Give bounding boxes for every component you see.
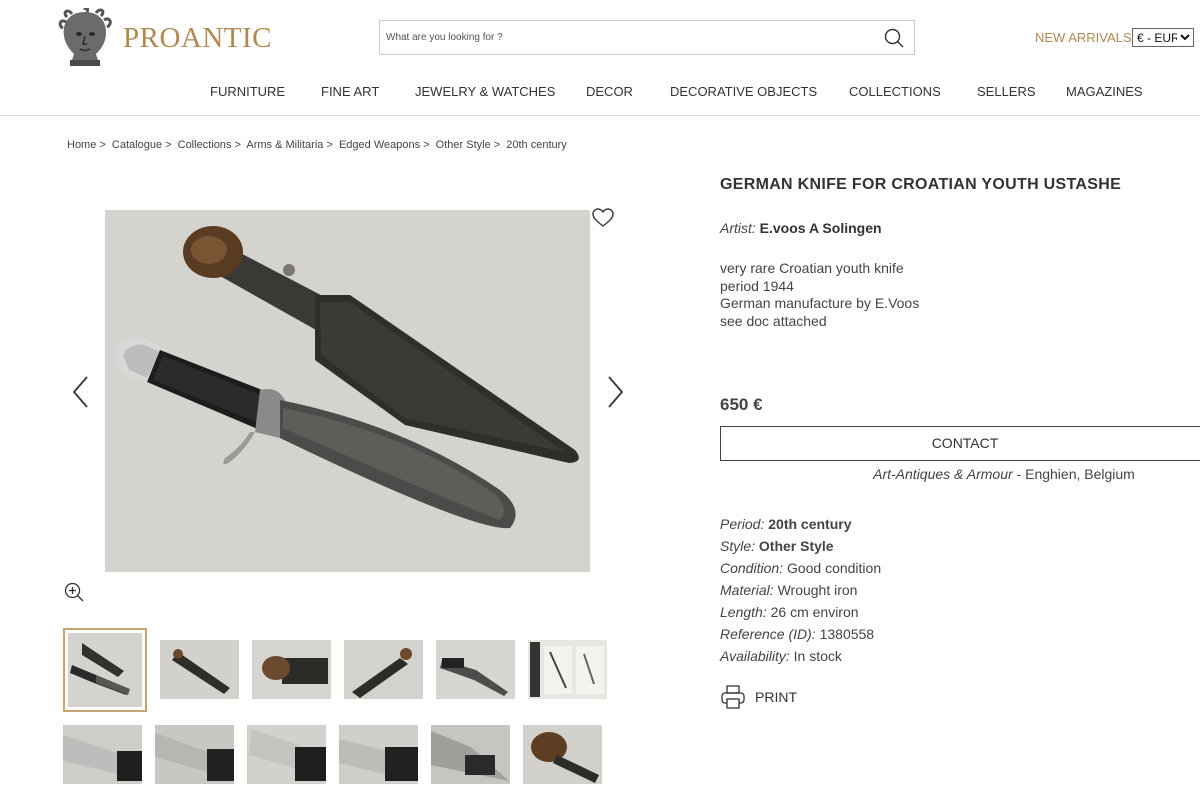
nav-magazines[interactable]: MAGAZINES xyxy=(1066,84,1143,99)
thumbnail-image xyxy=(63,725,142,784)
nav-collections[interactable]: COLLECTIONS xyxy=(849,84,941,99)
description-line: period 1944 xyxy=(720,277,794,294)
breadcrumb-catalogue[interactable]: Catalogue xyxy=(112,139,162,151)
product-main-image[interactable] xyxy=(105,210,590,572)
chevron-left-icon[interactable] xyxy=(70,374,92,410)
nav-sellers[interactable]: SELLERS xyxy=(977,84,1036,99)
thumbnail-image xyxy=(528,640,607,699)
brand-name: PROANTIC xyxy=(123,22,273,54)
spec-condition: Condition: Good condition xyxy=(720,557,881,579)
breadcrumb-separator: > xyxy=(493,139,501,151)
thumbnail-image xyxy=(523,725,602,784)
breadcrumb-20th-century[interactable]: 20th century xyxy=(506,139,567,151)
seller-location: Enghien, Belgium xyxy=(1025,466,1135,482)
spec-availability: Availability: In stock xyxy=(720,645,881,667)
search-input[interactable] xyxy=(386,21,866,54)
thumbnail[interactable] xyxy=(436,640,515,699)
thumbnail[interactable] xyxy=(252,640,331,699)
chevron-right-icon[interactable] xyxy=(604,374,626,410)
thumbnail-image xyxy=(252,640,331,699)
nav-decor[interactable]: DECOR xyxy=(586,84,633,99)
spec-label: Material: xyxy=(720,582,774,598)
logo[interactable]: PROANTIC xyxy=(56,8,276,68)
product-description: very rare Croatian youth knife period 19… xyxy=(720,260,919,330)
breadcrumb: Home > Catalogue > Collections > Arms & … xyxy=(67,139,567,151)
nav-fine-art[interactable]: FINE ART xyxy=(321,84,379,99)
product-specs: Period: 20th century Style: Other Style … xyxy=(720,513,881,667)
thumbnail[interactable] xyxy=(344,640,423,699)
artist-label: Artist: xyxy=(720,220,756,236)
thumbnail[interactable] xyxy=(528,640,607,699)
spec-value: 1380558 xyxy=(819,626,875,642)
thumbnail-image xyxy=(436,640,515,699)
thumbnail[interactable] xyxy=(247,725,326,784)
product-artist: Artist: E.voos A Solingen xyxy=(720,220,882,236)
breadcrumb-home[interactable]: Home xyxy=(67,139,96,151)
contact-button[interactable]: CONTACT xyxy=(720,426,1200,461)
product-title: GERMAN KNIFE FOR CROATIAN YOUTH USTASHE xyxy=(720,176,1122,193)
thumbnail-image xyxy=(247,725,326,784)
breadcrumb-other-style[interactable]: Other Style xyxy=(436,139,491,151)
product-price: 650 € xyxy=(720,395,763,414)
thumbnail[interactable] xyxy=(63,628,147,712)
heart-icon[interactable] xyxy=(592,208,614,228)
description-line: see doc attached xyxy=(720,312,827,329)
nav-jewelry-watches[interactable]: JEWELRY & WATCHES xyxy=(415,84,555,99)
thumbnail-image xyxy=(431,725,510,784)
thumbnail-image xyxy=(339,725,418,784)
description-line: very rare Croatian youth knife xyxy=(720,260,904,276)
breadcrumb-separator: > xyxy=(165,139,172,151)
nav-decorative-objects[interactable]: DECORATIVE OBJECTS xyxy=(670,84,817,99)
thumbnail[interactable] xyxy=(160,640,239,699)
spec-value: Wrought iron xyxy=(777,582,858,598)
spec-label: Condition: xyxy=(720,560,784,576)
spec-label: Reference (ID): xyxy=(720,626,816,642)
search-box xyxy=(379,20,915,55)
new-arrivals-link[interactable]: NEW ARRIVALS xyxy=(1035,30,1132,45)
breadcrumb-separator: > xyxy=(99,139,106,151)
search-icon[interactable] xyxy=(884,28,904,48)
spec-label: Period: xyxy=(720,516,765,532)
thumbnail-image xyxy=(160,640,239,699)
breadcrumb-separator: > xyxy=(326,139,333,151)
spec-label: Availability: xyxy=(720,648,790,664)
spec-value: Good condition xyxy=(786,560,882,576)
spec-label: Style: xyxy=(720,538,756,554)
artist-name: E.voos A Solingen xyxy=(759,220,882,236)
thumbnail[interactable] xyxy=(63,725,142,784)
thumbnail[interactable] xyxy=(155,725,234,784)
spec-material: Material: Wrought iron xyxy=(720,579,881,601)
site-header: PROANTIC NEW ARRIVALS € - EUR FURNITURE … xyxy=(0,0,1200,116)
spec-value: 20th century xyxy=(768,516,852,532)
medusa-bust-icon xyxy=(58,8,112,66)
seller-name[interactable]: Art-Antiques & Armour xyxy=(873,466,1013,482)
breadcrumb-arms-militaria[interactable]: Arms & Militaria xyxy=(246,139,323,151)
print-label: PRINT xyxy=(755,689,797,705)
thumbnail[interactable] xyxy=(523,725,602,784)
spec-period: Period: 20th century xyxy=(720,513,881,535)
thumbnail-image xyxy=(344,640,423,699)
breadcrumb-separator: > xyxy=(234,139,241,151)
spec-reference: Reference (ID): 1380558 xyxy=(720,623,881,645)
spec-style: Style: Other Style xyxy=(720,535,881,557)
breadcrumb-collections[interactable]: Collections xyxy=(178,139,232,151)
nav-furniture[interactable]: FURNITURE xyxy=(210,84,285,99)
spec-value: Other Style xyxy=(758,538,834,554)
currency-select[interactable]: € - EUR xyxy=(1132,28,1194,47)
thumbnail[interactable] xyxy=(339,725,418,784)
thumbnail[interactable] xyxy=(431,725,510,784)
breadcrumb-edged-weapons[interactable]: Edged Weapons xyxy=(339,139,420,151)
seller-info: Art-Antiques & Armour - Enghien, Belgium xyxy=(720,466,1200,482)
zoom-in-icon[interactable] xyxy=(64,582,84,602)
spec-length: Length: 26 cm environ xyxy=(720,601,881,623)
spec-value: 26 cm environ xyxy=(770,604,859,620)
description-line: German manufacture by E.Voos xyxy=(720,295,920,311)
breadcrumb-separator: > xyxy=(423,139,430,151)
spec-value: In stock xyxy=(793,648,842,664)
printer-icon xyxy=(721,685,745,709)
spec-label: Length: xyxy=(720,604,767,620)
seller-separator: - xyxy=(1012,466,1026,482)
thumbnail-image xyxy=(68,633,142,707)
thumbnail-image xyxy=(155,725,234,784)
